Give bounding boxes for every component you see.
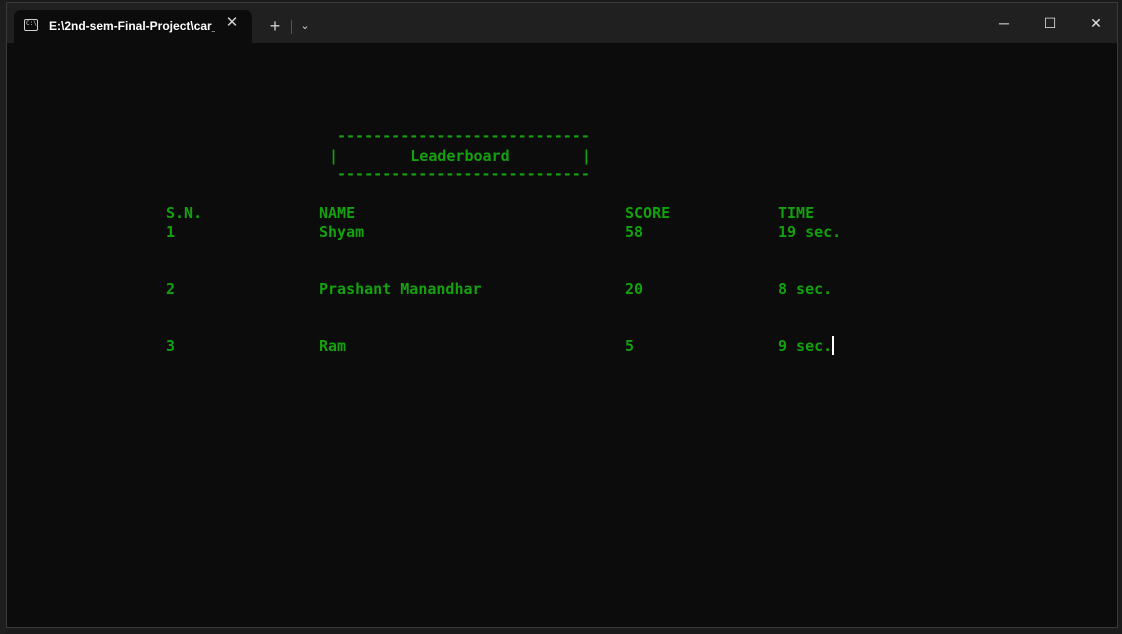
row-2-sn: 2	[166, 280, 176, 298]
banner-bottom-rule: ----------------------------	[337, 165, 590, 183]
minimize-button[interactable]: ─	[981, 3, 1027, 43]
header-score: SCORE	[625, 204, 671, 222]
terminal-window: C:\ E:\2nd-sem-Final-Project\car_ ✕ + ⌄ …	[6, 2, 1118, 628]
banner-title: | Leaderboard |	[329, 147, 591, 165]
terminal-output[interactable]: ---------------------------- | Leaderboa…	[7, 43, 1117, 627]
row-3-time: 9 sec.	[778, 337, 833, 355]
row-1-sn: 1	[166, 223, 176, 241]
terminal-tab[interactable]: C:\ E:\2nd-sem-Final-Project\car_ ✕	[14, 10, 252, 43]
header-sn: S.N.	[166, 204, 203, 222]
titlebar-divider	[291, 20, 292, 34]
row-3-name: Ram	[319, 337, 347, 355]
header-name: NAME	[319, 204, 356, 222]
row-3-sn: 3	[166, 337, 176, 355]
banner-top-rule: ----------------------------	[337, 127, 590, 145]
row-2-time: 8 sec.	[778, 280, 833, 298]
tab-title: E:\2nd-sem-Final-Project\car_	[49, 19, 215, 33]
row-1-time: 19 sec.	[778, 223, 842, 241]
row-3-score: 5	[625, 337, 635, 355]
close-tab-icon[interactable]: ✕	[222, 13, 242, 33]
terminal-icon: C:\	[24, 19, 38, 31]
row-2-score: 20	[625, 280, 644, 298]
chevron-down-icon[interactable]: ⌄	[295, 16, 315, 36]
text-cursor	[832, 336, 834, 355]
header-time: TIME	[778, 204, 815, 222]
row-2-name: Prashant Manandhar	[319, 280, 482, 298]
close-window-button[interactable]: ✕	[1073, 3, 1119, 43]
title-bar[interactable]: C:\ E:\2nd-sem-Final-Project\car_ ✕ + ⌄ …	[7, 3, 1117, 43]
new-tab-button[interactable]: +	[264, 15, 286, 37]
maximize-button[interactable]: ☐	[1027, 3, 1073, 43]
row-1-score: 58	[625, 223, 644, 241]
row-1-name: Shyam	[319, 223, 365, 241]
